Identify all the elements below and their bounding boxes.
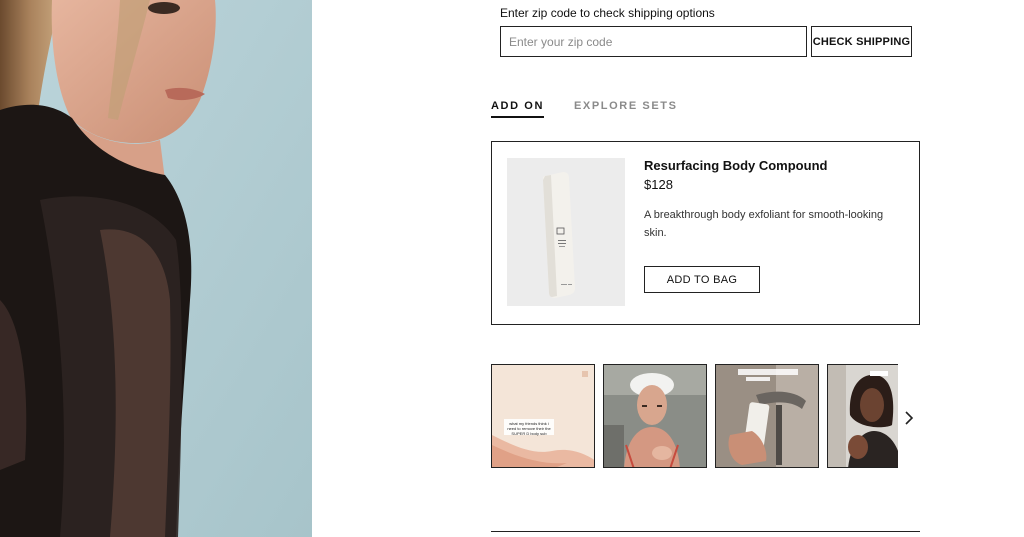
- video-thumbnail[interactable]: [827, 364, 898, 468]
- video-thumbnail[interactable]: what my friends think i need to remove t…: [491, 364, 595, 468]
- product-price: $128: [644, 177, 673, 192]
- video-caption: what my friends think i need to remove t…: [507, 421, 551, 436]
- video-thumbnail[interactable]: [603, 364, 707, 468]
- tab-explore-sets[interactable]: EXPLORE SETS: [574, 100, 678, 112]
- add-on-product-card: Resurfacing Body Compound $128 A breakth…: [491, 141, 920, 325]
- hero-model-image: [0, 0, 312, 537]
- product-name[interactable]: Resurfacing Body Compound: [644, 158, 827, 173]
- product-image[interactable]: [507, 158, 625, 306]
- video-carousel: what my friends think i need to remove t…: [491, 364, 898, 468]
- product-description: A breakthrough body exfoliant for smooth…: [644, 209, 884, 239]
- zip-code-input[interactable]: [500, 26, 807, 57]
- tab-add-on[interactable]: ADD ON: [491, 100, 544, 118]
- check-shipping-button[interactable]: CHECK SHIPPING: [811, 26, 912, 57]
- zip-code-label: Enter zip code to check shipping options: [500, 6, 715, 20]
- chevron-right-icon[interactable]: [900, 406, 918, 430]
- add-to-bag-button[interactable]: ADD TO BAG: [644, 266, 760, 293]
- section-divider: [491, 531, 920, 532]
- video-thumbnail[interactable]: [715, 364, 819, 468]
